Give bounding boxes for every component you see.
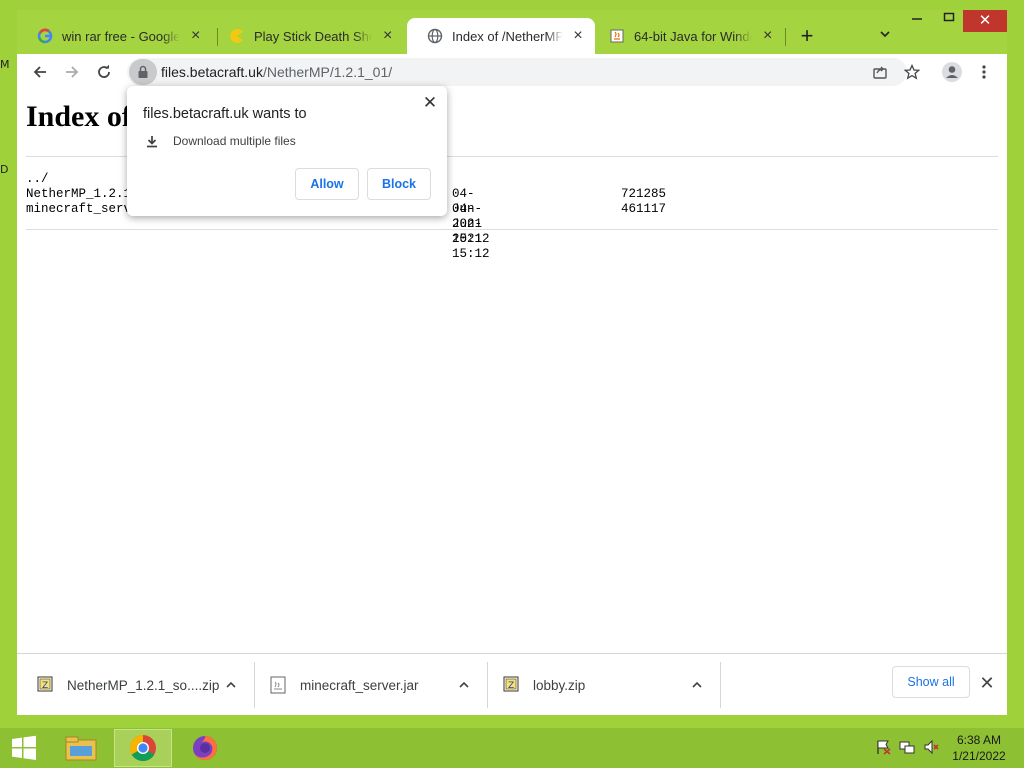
close-icon[interactable]: ✕ <box>421 94 439 112</box>
tab-title: Play Stick Death Showdown <box>254 28 372 44</box>
tab-index-of[interactable]: Index of /NetherMP/1.2.1_01/ × <box>407 18 595 54</box>
close-window-icon[interactable]: ✕ <box>963 10 1007 32</box>
tab-separator <box>785 28 786 46</box>
minimize-icon[interactable] <box>903 10 931 32</box>
tab-close-icon[interactable]: × <box>571 28 585 44</box>
download-separator <box>487 662 488 708</box>
download-filename: lobby.zip <box>533 677 586 693</box>
download-separator <box>720 662 721 708</box>
download-filename: NetherMP_1.2.1_so....zip <box>67 677 220 693</box>
action-center-flag-icon[interactable] <box>874 738 892 756</box>
start-windows-icon[interactable] <box>0 729 48 767</box>
back-arrow-icon[interactable] <box>27 60 53 84</box>
tab-search-chevron-icon[interactable] <box>875 27 895 47</box>
url-text: files.betacraft.uk/NetherMP/1.2.1_01/ <box>161 64 392 80</box>
file-size: 461117 <box>621 202 667 216</box>
java-icon <box>609 28 625 44</box>
tab-strip: win rar free - Google Search × Play Stic… <box>17 10 1007 54</box>
close-shelf-icon[interactable]: ✕ <box>977 673 997 693</box>
download-item[interactable]: Z lobby.zip <box>503 660 711 710</box>
allow-button[interactable]: Allow <box>295 168 359 200</box>
lock-icon[interactable] <box>129 59 157 85</box>
permission-item: Download multiple files <box>145 134 296 148</box>
tab-google-search[interactable]: win rar free - Google Search × <box>17 18 213 54</box>
download-permission-popup: files.betacraft.uk wants to ✕ Download m… <box>127 86 447 216</box>
zip-file-icon: Z <box>37 676 53 694</box>
tab-java[interactable]: 64-bit Java for Windows × <box>589 18 785 54</box>
share-icon[interactable] <box>867 60 893 84</box>
tab-close-icon[interactable]: × <box>188 28 203 44</box>
tab-stick-death[interactable]: Play Stick Death Showdown × <box>209 18 405 54</box>
file-date: 04-Jun-2021 15:12 <box>452 202 490 261</box>
tab-close-icon[interactable]: × <box>760 28 775 44</box>
file-size: 721285 <box>621 187 667 201</box>
taskbar: 6:38 AM 1/21/2022 <box>0 728 1024 768</box>
tab-title: Index of /NetherMP/1.2.1_01/ <box>452 28 564 44</box>
tab-title: 64-bit Java for Windows <box>634 28 752 44</box>
bookmark-star-icon[interactable] <box>899 60 925 84</box>
chevron-up-icon[interactable] <box>689 677 705 693</box>
reload-icon[interactable] <box>91 60 117 84</box>
download-item[interactable]: Z NetherMP_1.2.1_so....zip <box>37 660 245 710</box>
popup-title: files.betacraft.uk wants to <box>143 106 307 122</box>
volume-muted-icon[interactable] <box>922 738 940 756</box>
taskbar-clock[interactable]: 6:38 AM 1/21/2022 <box>944 732 1014 764</box>
show-all-button[interactable]: Show all <box>892 666 970 698</box>
google-icon <box>37 28 53 44</box>
permission-item-label: Download multiple files <box>173 134 296 148</box>
svg-text:Z: Z <box>42 681 48 691</box>
zip-file-icon: Z <box>503 676 519 694</box>
desktop-fragment: M <box>0 58 10 71</box>
forward-arrow-icon[interactable] <box>59 60 85 84</box>
block-button[interactable]: Block <box>367 168 431 200</box>
tab-close-icon[interactable]: × <box>380 28 395 44</box>
download-separator <box>254 662 255 708</box>
desktop-fragment: D <box>0 163 9 176</box>
chrome-taskbar-icon[interactable] <box>114 729 172 767</box>
new-tab-plus-icon[interactable]: + <box>795 25 819 49</box>
menu-kebab-icon[interactable] <box>971 60 997 84</box>
clock-date: 1/21/2022 <box>952 749 1006 763</box>
url-path: /NetherMP/1.2.1_01/ <box>262 64 393 80</box>
chrome-window: win rar free - Google Search × Play Stic… <box>17 10 1007 715</box>
tab-title: win rar free - Google Search <box>62 28 181 44</box>
maximize-icon[interactable] <box>935 10 963 32</box>
chevron-up-icon[interactable] <box>223 677 239 693</box>
globe-icon <box>427 28 443 44</box>
url-domain: files.betacraft.uk <box>161 64 263 80</box>
download-icon <box>145 134 159 148</box>
clock-time: 6:38 AM <box>956 733 1002 747</box>
download-shelf: Z NetherMP_1.2.1_so....zip minecraft_ser… <box>17 653 1007 715</box>
chevron-up-icon[interactable] <box>456 677 472 693</box>
download-item[interactable]: minecraft_server.jar <box>270 660 478 710</box>
divider <box>26 229 998 230</box>
browser-toolbar: files.betacraft.uk/NetherMP/1.2.1_01/ <box>17 54 1007 90</box>
download-filename: minecraft_server.jar <box>300 677 419 693</box>
address-bar[interactable]: files.betacraft.uk/NetherMP/1.2.1_01/ <box>127 58 907 86</box>
jar-file-icon <box>270 676 286 694</box>
file-explorer-icon[interactable] <box>52 729 110 767</box>
svg-text:Z: Z <box>508 681 514 691</box>
profile-avatar-icon[interactable] <box>939 60 965 84</box>
pacman-icon <box>229 28 245 44</box>
network-icon[interactable] <box>898 738 916 756</box>
parent-directory-link[interactable]: ../ <box>26 172 49 186</box>
firefox-icon[interactable] <box>176 729 234 767</box>
